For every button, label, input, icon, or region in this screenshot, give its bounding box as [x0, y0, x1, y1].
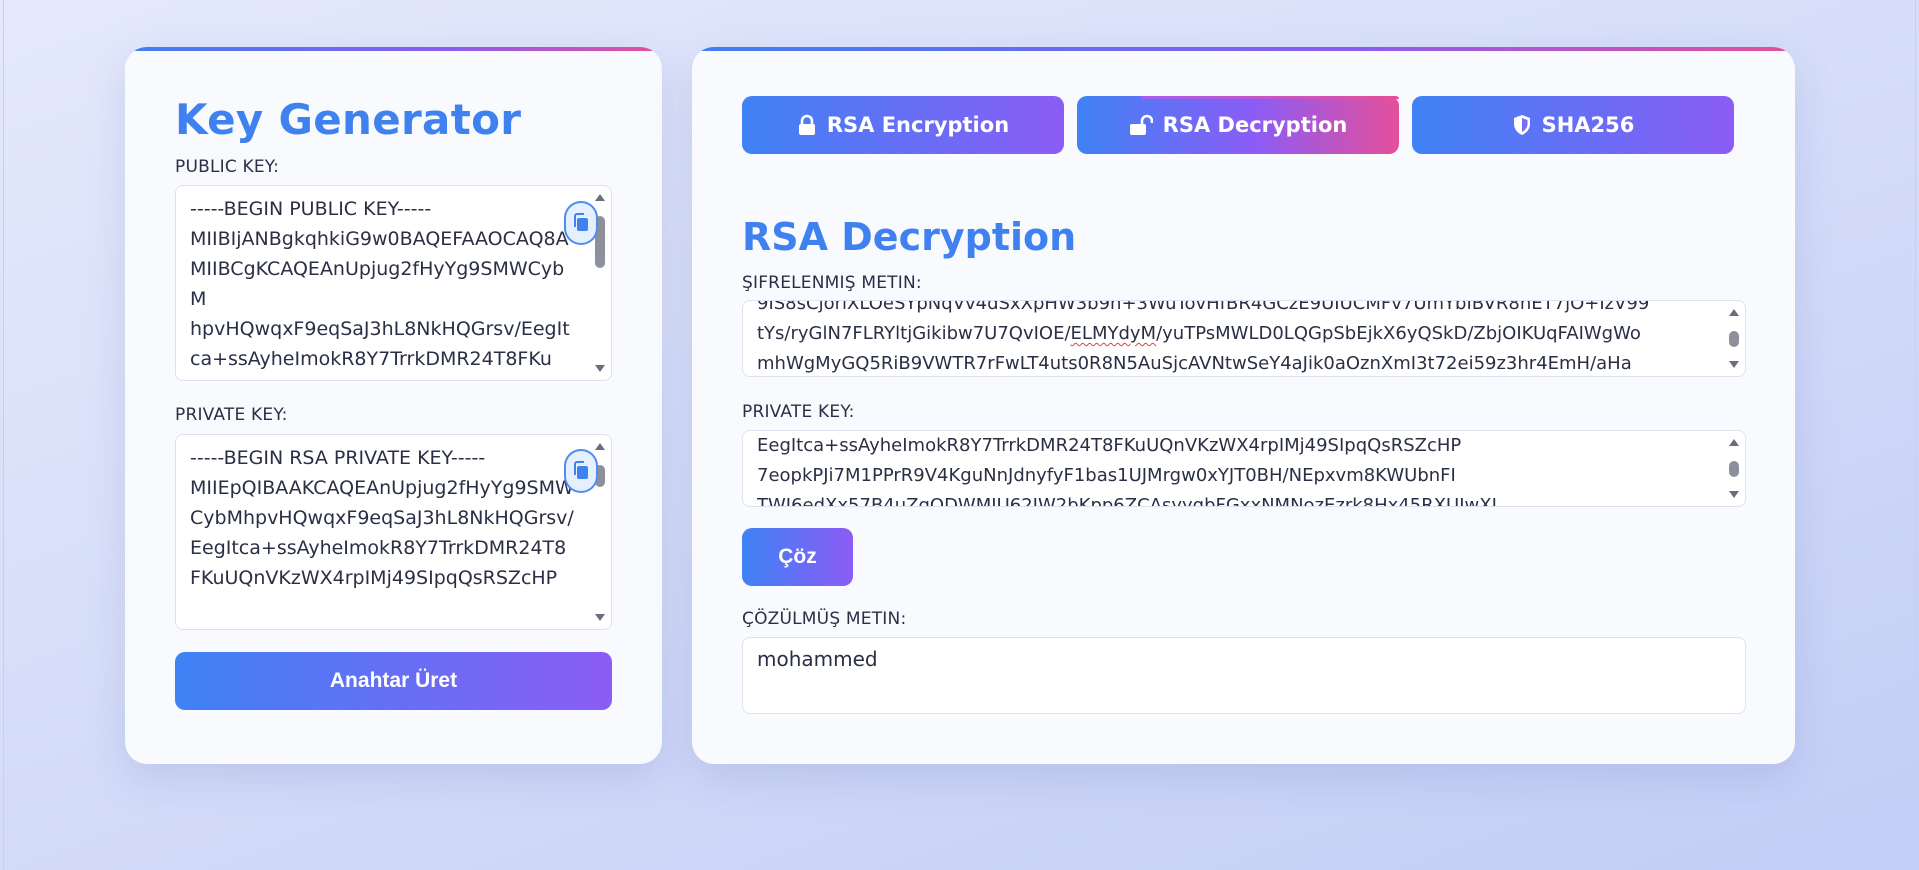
copy-icon [574, 461, 588, 479]
unlock-icon [1129, 114, 1153, 135]
tab-rsa-decryption[interactable]: RSA Decryption [1077, 96, 1399, 154]
public-key-textarea[interactable]: -----BEGIN PUBLIC KEY----- MIIBIjANBgkqh… [175, 185, 612, 381]
cipher-line: 9IS8sCjoriXLOeSYpNqVv4dSxXpHW3b9h+3WuTov… [757, 300, 1650, 314]
cipher-line: mhWgMyGQ5RiB9VWTR7rFwLT4uts0R8N5AuSjcAVN… [757, 353, 1632, 374]
scroll-down-arrow-icon[interactable] [595, 614, 605, 621]
rsa-tools-card: RSA Encryption RSA Decryption SHA256 RSA… [692, 47, 1795, 764]
decrypted-text-value: mohammed [757, 647, 878, 671]
lock-icon [798, 114, 815, 135]
scroll-thumb[interactable] [1729, 331, 1739, 347]
shield-icon [1513, 115, 1530, 135]
decrypt-private-key-label: PRIVATE KEY: [742, 402, 855, 422]
private-key-textarea[interactable]: -----BEGIN RSA PRIVATE KEY----- MIIEpQIB… [175, 434, 612, 630]
cipher-text-content: 9IS8sCjoriXLOeSYpNqVv4dSxXpHW3b9h+3WuTov… [757, 300, 1713, 376]
key-generator-title: Key Generator [175, 95, 522, 144]
scroll-thumb[interactable] [1729, 461, 1739, 477]
tab-label: RSA Encryption [826, 113, 1010, 137]
public-key-label: PUBLIC KEY: [175, 157, 280, 177]
tab-sha256[interactable]: SHA256 [1412, 96, 1734, 154]
scroll-up-arrow-icon[interactable] [1729, 439, 1739, 446]
decrypt-private-key-textarea[interactable]: EegItca+ssAyheImokR8Y7TrrkDMR24T8FKuUQnV… [742, 430, 1746, 507]
cipher-text-label: ŞIFRELENMIŞ METIN: [742, 273, 922, 293]
spellcheck-word: ELMYdyM [1070, 323, 1157, 344]
decrypt-private-key-text: EegItca+ssAyheImokR8Y7TrrkDMR24T8FKuUQnV… [757, 435, 1497, 507]
decrypted-text-output[interactable]: mohammed [742, 637, 1746, 714]
cipher-line: tYs/ryGlN7FLRYltjGikibw7U7QvIOE/ELMYdyM/… [757, 323, 1641, 344]
decrypted-text-label: ÇÖZÜLMÜŞ METIN: [742, 609, 907, 629]
key-generator-card: Key Generator PUBLIC KEY: -----BEGIN PUB… [125, 47, 662, 764]
rsa-decryption-title: RSA Decryption [742, 215, 1077, 259]
decrypt-button[interactable]: Çöz [742, 528, 853, 586]
public-key-text: -----BEGIN PUBLIC KEY----- MIIBIjANBgkqh… [190, 198, 570, 370]
scroll-down-arrow-icon[interactable] [595, 365, 605, 372]
cipher-text-scrollbar[interactable] [1727, 307, 1741, 370]
scroll-down-arrow-icon[interactable] [1729, 491, 1739, 498]
tab-label: SHA256 [1541, 113, 1635, 137]
scroll-down-arrow-icon[interactable] [1729, 361, 1739, 368]
tab-rsa-encryption[interactable]: RSA Encryption [742, 96, 1064, 154]
decrypt-private-key-scrollbar[interactable] [1727, 437, 1741, 500]
scroll-up-arrow-icon[interactable] [595, 194, 605, 201]
copy-private-key-button[interactable] [564, 449, 598, 493]
cipher-text-textarea[interactable]: 9IS8sCjoriXLOeSYpNqVv4dSxXpHW3b9h+3WuTov… [742, 300, 1746, 377]
tab-label: RSA Decryption [1162, 113, 1348, 137]
scroll-up-arrow-icon[interactable] [1729, 309, 1739, 316]
scroll-up-arrow-icon[interactable] [595, 443, 605, 450]
copy-public-key-button[interactable] [564, 201, 598, 245]
private-key-text: -----BEGIN RSA PRIVATE KEY----- MIIEpQIB… [190, 447, 574, 589]
copy-icon [574, 213, 588, 231]
generate-key-button[interactable]: Anahtar Üret [175, 652, 612, 710]
private-key-label: PRIVATE KEY: [175, 405, 288, 425]
